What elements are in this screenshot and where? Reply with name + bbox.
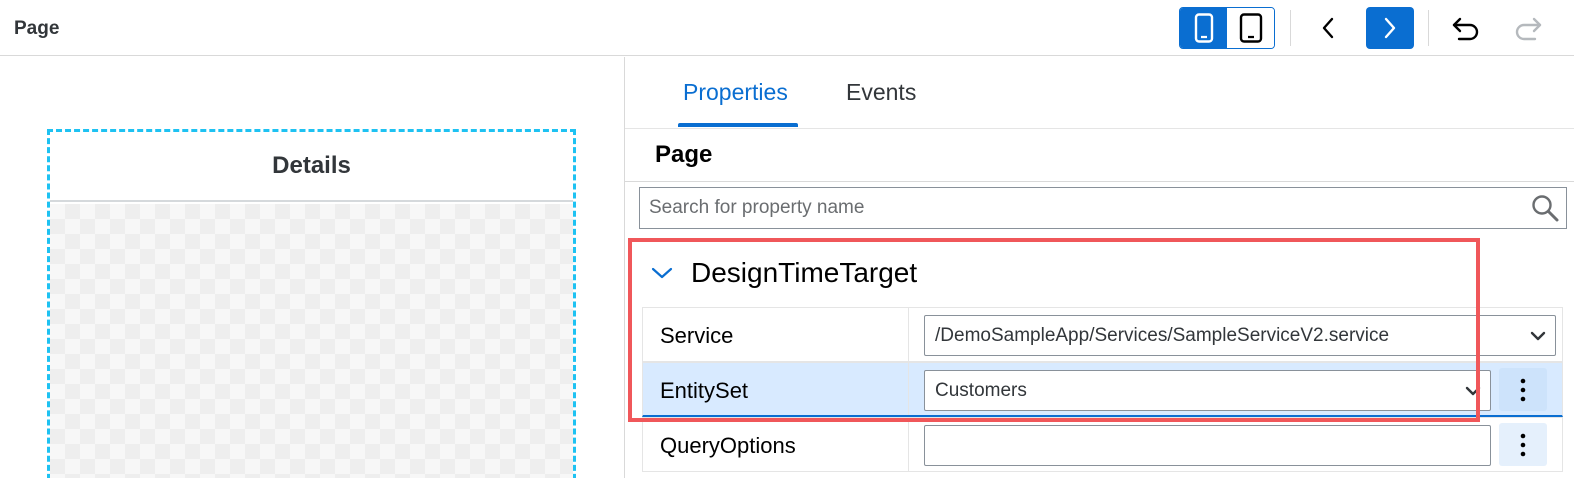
active-tab-indicator: [678, 123, 798, 127]
chevron-left-icon: [1322, 17, 1334, 39]
chevron-right-icon: [1384, 17, 1396, 39]
tab-properties[interactable]: Properties: [683, 79, 788, 106]
entityset-select[interactable]: Customers: [924, 370, 1491, 411]
tab-events[interactable]: Events: [846, 79, 916, 106]
column-divider: [908, 363, 909, 415]
next-button[interactable]: [1366, 7, 1414, 49]
page-content-area[interactable]: [50, 204, 573, 478]
property-row-service: Service /DemoSampleApp/Services/SampleSe…: [642, 307, 1563, 362]
divider: [625, 181, 1574, 182]
entityset-value: Customers: [935, 380, 1027, 401]
chevron-down-icon: [1465, 386, 1481, 396]
group-header-designtimetarget[interactable]: DesignTimeTarget: [649, 253, 917, 293]
column-divider: [908, 418, 909, 471]
property-row-entityset: EntitySet Customers: [642, 362, 1563, 417]
chevron-down-icon: [1530, 331, 1546, 341]
search-icon[interactable]: [1530, 193, 1560, 223]
panel-tabs: Properties Events: [625, 57, 1574, 129]
queryoptions-input[interactable]: [924, 425, 1491, 466]
undo-button[interactable]: [1443, 7, 1489, 49]
chevron-down-icon: [649, 260, 675, 286]
selected-page-frame[interactable]: Details: [47, 129, 576, 478]
property-row-queryoptions: QueryOptions: [642, 417, 1563, 472]
more-vertical-icon: [1520, 433, 1526, 456]
more-vertical-icon: [1520, 378, 1526, 401]
property-label: EntitySet: [660, 378, 749, 403]
tablet-view-button[interactable]: [1227, 8, 1274, 48]
device-toggle-group: [1179, 7, 1275, 49]
service-select[interactable]: /DemoSampleApp/Services/SampleServiceV2.…: [924, 315, 1556, 356]
group-title: DesignTimeTarget: [691, 257, 918, 288]
page-header-title: Details: [272, 152, 351, 179]
toolbar-separator: [1290, 10, 1291, 46]
design-canvas: Details: [0, 57, 624, 478]
redo-icon: [1515, 17, 1542, 41]
entityset-more-button[interactable]: [1499, 368, 1547, 411]
search-input[interactable]: [640, 188, 1520, 228]
properties-panel: Properties Events Page DesignTimeTarget …: [624, 57, 1574, 478]
column-divider: [908, 308, 909, 361]
queryoptions-more-button[interactable]: [1499, 423, 1547, 466]
property-label: QueryOptions: [660, 433, 796, 458]
phone-icon: [1194, 13, 1213, 43]
toolbar-separator: [1428, 10, 1429, 46]
redo-button[interactable]: [1505, 7, 1551, 49]
previous-button[interactable]: [1305, 7, 1351, 49]
tablet-icon: [1239, 13, 1262, 43]
page-header: Details: [50, 132, 573, 202]
phone-view-button[interactable]: [1180, 8, 1227, 48]
top-toolbar: Page: [0, 0, 1574, 56]
section-title: Page: [655, 141, 713, 168]
undo-icon: [1452, 17, 1479, 41]
property-label: Service: [660, 323, 734, 348]
property-search: [639, 187, 1567, 229]
service-value: /DemoSampleApp/Services/SampleServiceV2.…: [935, 325, 1390, 346]
page-title: Page: [14, 18, 60, 39]
